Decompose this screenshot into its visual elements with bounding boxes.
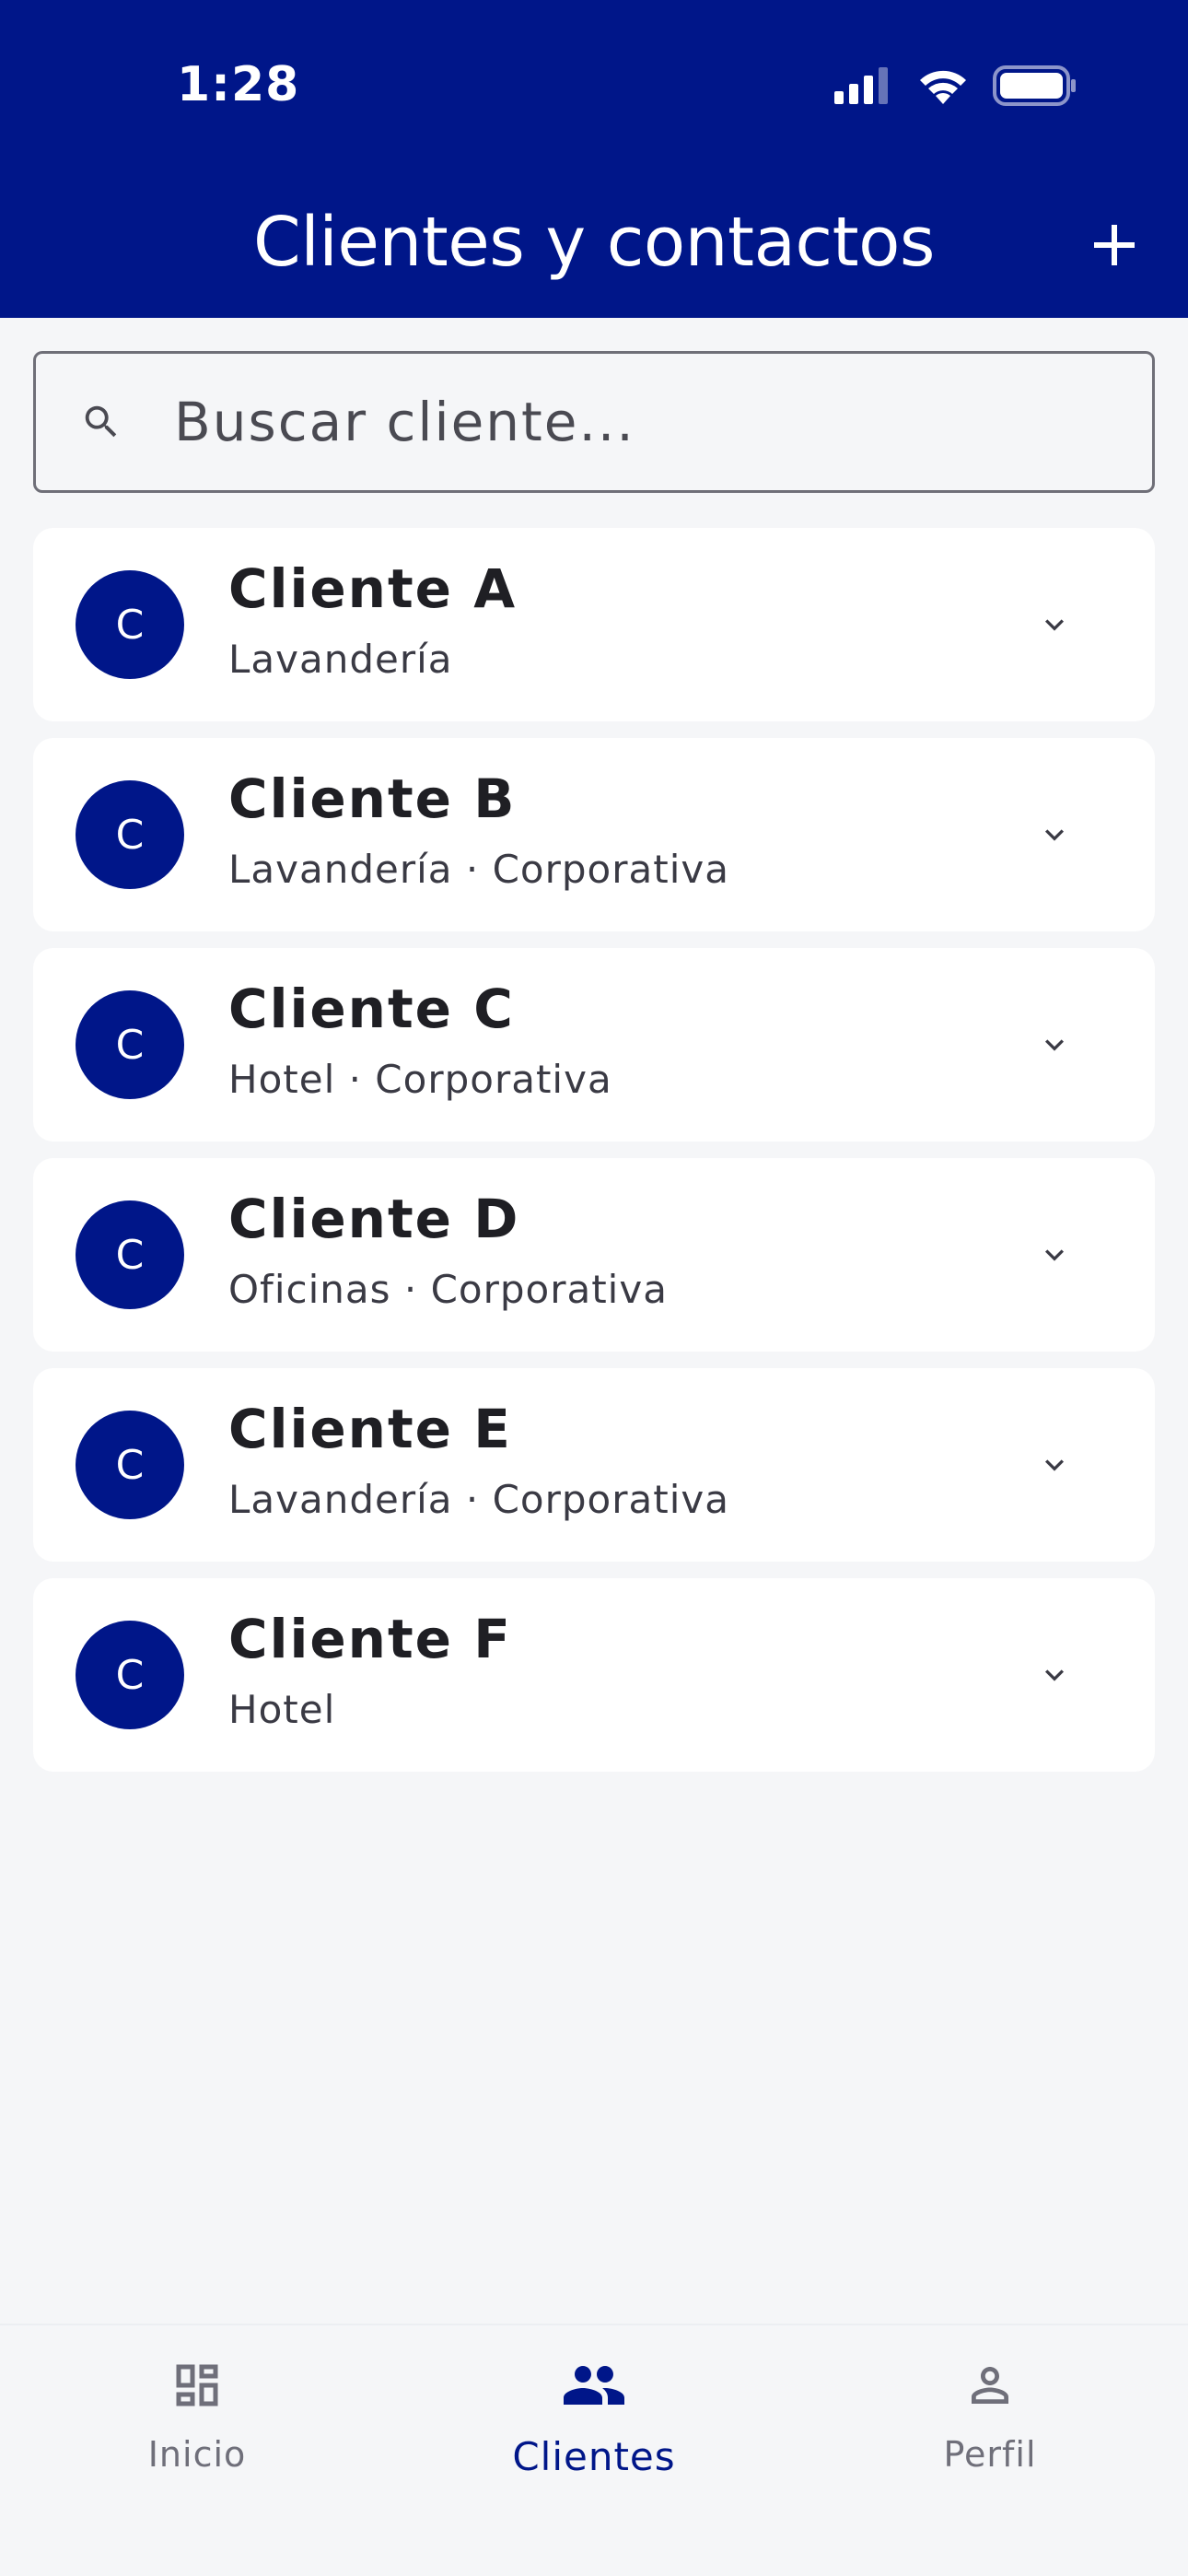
client-subtitle: Hotel xyxy=(228,1687,336,1732)
chevron-down-icon[interactable] xyxy=(1031,812,1077,858)
client-name: Cliente A xyxy=(228,557,518,620)
status-time: 1:28 xyxy=(177,57,300,112)
client-card[interactable]: C Cliente D Oficinas · Corporativa xyxy=(33,1158,1155,1352)
wifi-icon xyxy=(915,65,971,111)
search-field[interactable] xyxy=(33,351,1155,493)
page-title: Clientes y contactos xyxy=(253,203,935,282)
people-icon xyxy=(548,2353,640,2418)
avatar: C xyxy=(76,780,184,889)
client-name: Cliente D xyxy=(228,1188,520,1250)
screen: 1:28 Clientes y contactos Buscar cliente… xyxy=(0,0,1188,2576)
client-name: Cliente B xyxy=(228,767,517,830)
client-name: Cliente F xyxy=(228,1608,512,1670)
client-card[interactable]: C Cliente A Lavandería xyxy=(33,528,1155,721)
client-name: Cliente C xyxy=(228,978,515,1040)
add-client-button[interactable] xyxy=(1077,210,1151,284)
avatar: C xyxy=(76,1621,184,1729)
client-card[interactable]: C Cliente F Hotel xyxy=(33,1578,1155,1772)
client-subtitle: Hotel · Corporativa xyxy=(228,1057,612,1102)
client-card[interactable]: C Cliente C Hotel · Corporativa xyxy=(33,948,1155,1142)
plus-icon xyxy=(1092,223,1136,272)
avatar: C xyxy=(76,570,184,679)
nav-label: Clientes xyxy=(512,2434,676,2479)
app-bar: 1:28 Clientes y contactos xyxy=(0,0,1188,318)
chevron-down-icon[interactable] xyxy=(1031,602,1077,648)
chevron-down-icon[interactable] xyxy=(1031,1022,1077,1068)
nav-item-clientes[interactable]: Clientes xyxy=(456,2353,732,2479)
nav-label: Perfil xyxy=(943,2434,1037,2475)
chevron-down-icon[interactable] xyxy=(1031,1442,1077,1488)
avatar: C xyxy=(76,990,184,1099)
nav-label: Inicio xyxy=(147,2434,247,2475)
client-subtitle: Oficinas · Corporativa xyxy=(228,1267,668,1312)
chevron-down-icon[interactable] xyxy=(1031,1652,1077,1698)
bottom-nav: Inicio Clientes Perfil xyxy=(0,2324,1188,2576)
nav-item-inicio[interactable]: Inicio xyxy=(59,2353,335,2475)
client-list: C Cliente A Lavandería C Cliente B Lavan… xyxy=(33,528,1155,1788)
client-card[interactable]: C Cliente E Lavandería · Corporativa xyxy=(33,1368,1155,1562)
client-card[interactable]: C Cliente B Lavandería · Corporativa xyxy=(33,738,1155,931)
client-subtitle: Lavandería · Corporativa xyxy=(228,1477,729,1522)
nav-item-perfil[interactable]: Perfil xyxy=(852,2353,1128,2475)
person-icon xyxy=(944,2353,1036,2418)
client-subtitle: Lavandería xyxy=(228,637,453,682)
chevron-down-icon[interactable] xyxy=(1031,1232,1077,1278)
status-icons xyxy=(834,64,1077,111)
avatar: C xyxy=(76,1200,184,1309)
client-subtitle: Lavandería · Corporativa xyxy=(228,847,729,892)
battery-icon xyxy=(993,64,1077,111)
search-input[interactable] xyxy=(172,390,1097,454)
search-icon xyxy=(75,395,128,449)
cellular-signal-icon xyxy=(834,66,893,109)
dashboard-icon xyxy=(151,2353,243,2418)
client-name: Cliente E xyxy=(228,1398,512,1460)
avatar: C xyxy=(76,1411,184,1519)
